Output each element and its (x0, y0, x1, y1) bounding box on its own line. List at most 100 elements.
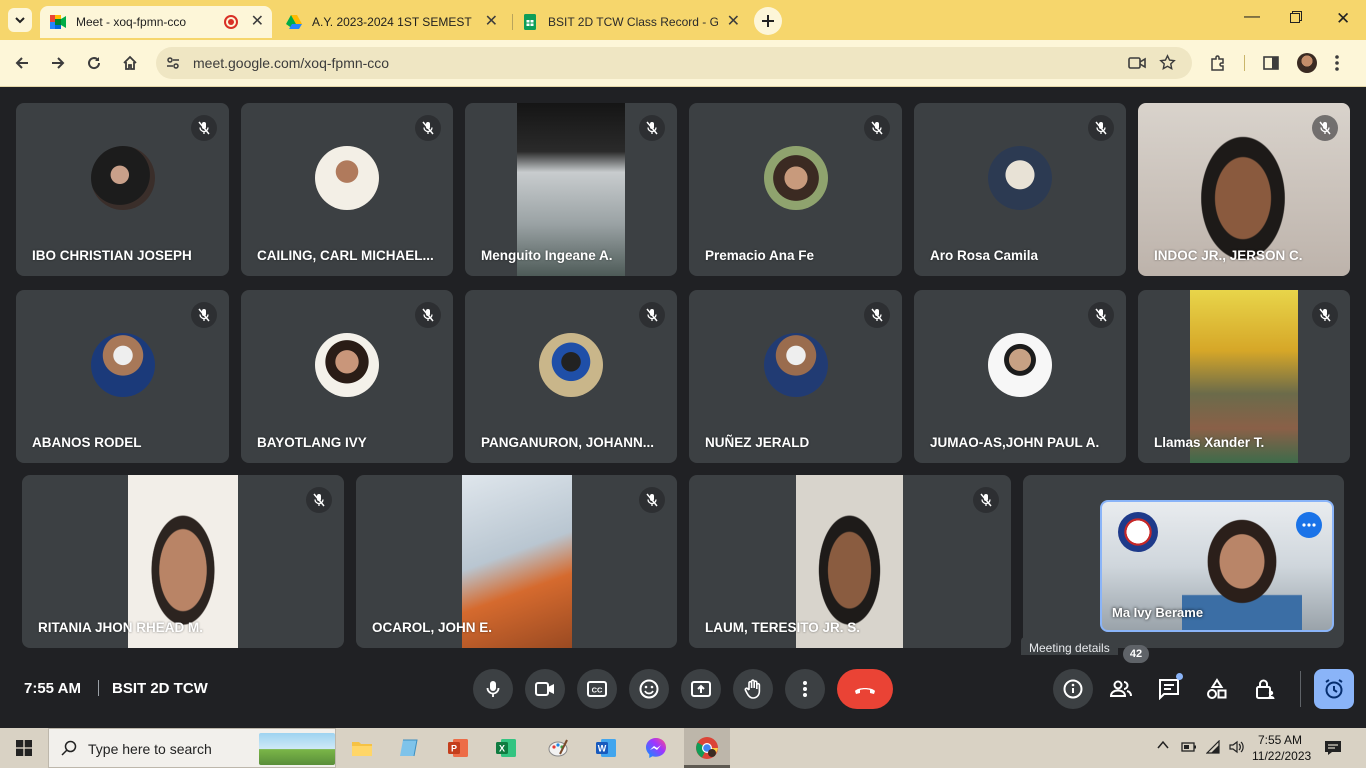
photos-app[interactable] (390, 732, 430, 764)
more-options-button[interactable] (1296, 512, 1322, 538)
participant-name: PANGANURON, JOHANN... (481, 435, 655, 450)
participant-tile[interactable]: ABANOS RODEL (16, 290, 229, 463)
lock-person-icon (1256, 679, 1275, 699)
paint-app[interactable] (538, 732, 578, 764)
close-tab-icon[interactable]: ✕ (485, 12, 498, 32)
participant-tile[interactable]: Premacio Ana Fe (689, 103, 902, 276)
arrow-right-icon (52, 57, 65, 69)
participant-name: Premacio Ana Fe (705, 248, 815, 263)
address-bar[interactable]: meet.google.com/xoq-fpmn-cco (156, 47, 1192, 79)
word-app[interactable]: W (586, 732, 626, 764)
extensions-button[interactable] (1207, 52, 1229, 74)
meeting-details-button[interactable] (1053, 669, 1093, 709)
participant-tile[interactable]: OCAROL, JOHN E. (356, 475, 677, 648)
participant-tile[interactable]: CAILING, CARL MICHAEL... (241, 103, 453, 276)
tab-search-button[interactable] (8, 8, 32, 32)
chevron-down-icon (15, 17, 25, 24)
participant-tile[interactable]: Menguito Ingeane A. (465, 103, 677, 276)
search-highlight-illustration (259, 733, 335, 765)
mic-off-icon (864, 115, 890, 141)
messenger-icon (646, 738, 666, 758)
tab-meet[interactable]: Meet - xoq-fpmn-cco ✕ (40, 6, 272, 38)
captions-button[interactable]: CC (577, 669, 617, 709)
participant-tile[interactable]: NUÑEZ JERALD (689, 290, 902, 463)
messenger-app[interactable] (636, 732, 676, 764)
taskbar-search-box[interactable]: Type here to search (48, 728, 336, 768)
leave-call-button[interactable] (837, 669, 893, 709)
camera-button[interactable] (525, 669, 565, 709)
excel-app[interactable]: X (486, 732, 526, 764)
notifications-button[interactable] (1324, 740, 1342, 756)
separator (98, 680, 99, 696)
info-icon (1063, 679, 1083, 699)
participant-tile[interactable]: JUMAO-AS,JOHN PAUL A. (914, 290, 1126, 463)
chat-button[interactable] (1149, 669, 1189, 709)
camera-in-use-icon[interactable] (1128, 56, 1146, 70)
emoji-icon (639, 679, 659, 699)
close-tab-icon[interactable]: ✕ (251, 12, 264, 32)
taskbar-clock[interactable]: 7:55 AM 11/22/2023 (1252, 732, 1311, 764)
home-button[interactable] (119, 52, 141, 74)
arrow-left-icon (15, 57, 28, 69)
network-status[interactable] (1206, 740, 1222, 754)
meeting-time: 7:55 AM (24, 680, 81, 697)
microphone-button[interactable] (473, 669, 513, 709)
side-panel-button[interactable] (1260, 52, 1282, 74)
participant-name: OCAROL, JOHN E. (372, 620, 493, 635)
vertical-dots-icon (1335, 55, 1339, 71)
mic-off-icon (864, 302, 890, 328)
participant-tile[interactable]: PANGANURON, JOHANN... (465, 290, 677, 463)
show-hidden-icons-button[interactable] (1157, 740, 1169, 750)
present-screen-button[interactable] (681, 669, 721, 709)
profile-avatar[interactable] (1296, 52, 1318, 74)
reactions-button[interactable] (629, 669, 669, 709)
minimize-button[interactable]: — (1244, 8, 1260, 26)
people-count-badge: 42 (1123, 645, 1149, 663)
participant-tile[interactable]: LAUM, TERESITO JR. S. (689, 475, 1011, 648)
divider (1300, 671, 1301, 707)
video-camera-icon (535, 682, 554, 696)
restore-button[interactable] (1290, 11, 1302, 23)
participant-tile[interactable]: Llamas Xander T. (1138, 290, 1350, 463)
participant-tile[interactable]: RITANIA JHON RHEAD M. (22, 475, 344, 648)
new-tab-button[interactable] (754, 7, 782, 35)
more-menu-button[interactable] (1326, 52, 1348, 74)
participant-tile[interactable]: Aro Rosa Camila (914, 103, 1126, 276)
people-button[interactable] (1101, 669, 1141, 709)
start-button[interactable] (0, 728, 48, 768)
more-options-button[interactable] (785, 669, 825, 709)
bookmark-star-icon[interactable] (1159, 54, 1176, 71)
battery-status[interactable] (1181, 741, 1197, 753)
forward-button[interactable] (47, 52, 69, 74)
participant-avatar (988, 332, 1052, 397)
powerpoint-app[interactable]: P (438, 732, 478, 764)
svg-text:X: X (499, 744, 505, 754)
tab-title: Meet - xoq-fpmn-cco (76, 15, 187, 29)
tab-divider (512, 14, 513, 30)
volume-status[interactable] (1229, 740, 1245, 754)
participant-tile[interactable]: INDOC JR., JERSON C. (1138, 103, 1350, 276)
reload-button[interactable] (83, 52, 105, 74)
tab-drive[interactable]: A.Y. 2023-2024 1ST SEMESTER ✕ (276, 6, 506, 38)
people-icon (1109, 680, 1132, 697)
close-tab-icon[interactable]: ✕ (727, 12, 740, 32)
participant-tile[interactable]: IBO CHRISTIAN JOSEPH (16, 103, 229, 276)
tab-sheets[interactable]: BSIT 2D TCW Class Record - Go ✕ (514, 6, 748, 38)
mic-off-icon (415, 115, 441, 141)
site-info-icon[interactable] (165, 55, 181, 71)
hang-up-icon (855, 688, 875, 694)
mic-off-icon (415, 302, 441, 328)
participant-name: Llamas Xander T. (1154, 435, 1265, 450)
speaker-icon (1229, 740, 1244, 754)
activities-button[interactable] (1197, 669, 1237, 709)
chrome-app[interactable] (684, 728, 730, 768)
host-controls-button[interactable] (1245, 669, 1285, 709)
self-view-tile[interactable]: Ma Ivy Berame (1100, 500, 1334, 632)
raise-hand-button[interactable] (733, 669, 773, 709)
timer-button[interactable] (1314, 669, 1354, 709)
close-window-button[interactable]: ✕ (1336, 9, 1350, 29)
participant-tile[interactable]: BAYOTLANG IVY (241, 290, 453, 463)
file-explorer-app[interactable] (342, 732, 382, 764)
back-button[interactable] (11, 52, 33, 74)
participant-avatar (315, 332, 379, 397)
